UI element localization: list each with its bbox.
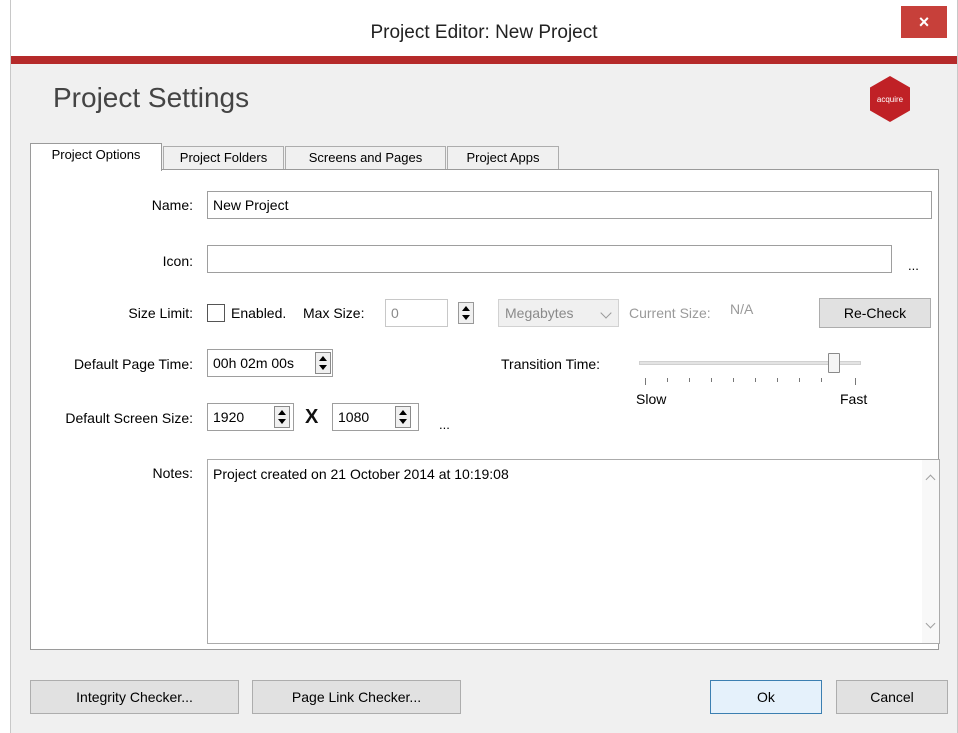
cancel-button[interactable]: Cancel — [836, 680, 948, 714]
window-title: Project Editor: New Project — [370, 22, 598, 43]
tab-project-apps[interactable]: Project Apps — [447, 146, 559, 170]
transition-slow-label: Slow — [636, 391, 667, 407]
close-button[interactable]: × — [901, 6, 947, 38]
tab-screens-and-pages[interactable]: Screens and Pages — [285, 146, 446, 170]
screen-size-label: Default Screen Size: — [65, 410, 193, 426]
enabled-checkbox[interactable] — [207, 304, 225, 322]
title-bar: Project Editor: New Project × — [11, 0, 957, 56]
page-time-label: Default Page Time: — [73, 356, 193, 372]
page-title: Project Settings — [53, 82, 250, 113]
current-size-value: N/A — [730, 301, 754, 317]
current-size-label: Current Size: — [629, 305, 711, 321]
integrity-checker-button[interactable]: Integrity Checker... — [30, 680, 239, 714]
accent-bar — [11, 56, 957, 64]
screen-size-more-button[interactable]: ... — [439, 417, 450, 432]
unit-select-value: Megabytes — [505, 305, 574, 321]
chevron-down-icon — [600, 307, 612, 319]
logo-text: acquire — [877, 95, 904, 104]
max-size-label: Max Size: — [303, 305, 365, 321]
tab-project-options[interactable]: Project Options — [30, 143, 162, 171]
notes-label: Notes: — [152, 465, 193, 481]
scroll-down-icon[interactable] — [925, 618, 936, 629]
transition-fast-label: Fast — [840, 391, 868, 407]
ok-button[interactable]: Ok — [710, 680, 822, 714]
page-link-checker-button[interactable]: Page Link Checker... — [252, 680, 461, 714]
icon-field[interactable] — [207, 245, 892, 273]
transition-slider-thumb[interactable] — [828, 353, 840, 373]
close-icon: × — [918, 12, 930, 32]
scroll-up-icon[interactable] — [925, 474, 936, 485]
settings-header: Project Settings acquire — [11, 64, 957, 134]
notes-textarea[interactable]: Project created on 21 October 2014 at 10… — [207, 459, 940, 644]
screen-width-stepper[interactable] — [274, 406, 290, 428]
screen-height-stepper[interactable] — [395, 406, 411, 428]
icon-label: Icon: — [162, 253, 193, 269]
tab-project-folders[interactable]: Project Folders — [163, 146, 284, 170]
page-time-stepper[interactable] — [315, 352, 331, 374]
name-field[interactable]: New Project — [207, 191, 932, 219]
times-icon: X — [305, 406, 319, 428]
icon-browse-button[interactable]: ... — [908, 258, 919, 273]
unit-select[interactable]: Megabytes — [498, 299, 619, 327]
notes-scrollbar[interactable] — [922, 460, 939, 643]
project-editor-window: Project Editor: New Project × Project Se… — [10, 0, 958, 733]
name-label: Name: — [151, 197, 193, 213]
acquire-logo: acquire — [870, 76, 910, 122]
max-size-stepper[interactable] — [458, 302, 474, 324]
page-time-value: 00h 02m 00s — [213, 355, 294, 371]
enabled-label: Enabled. — [231, 305, 287, 321]
notes-text: Project created on 21 October 2014 at 10… — [213, 466, 509, 482]
max-size-field[interactable]: 0 — [385, 299, 448, 327]
transition-time-label: Transition Time: — [501, 356, 601, 372]
recheck-button[interactable]: Re-Check — [819, 298, 931, 328]
size-limit-label: Size Limit: — [128, 305, 193, 321]
